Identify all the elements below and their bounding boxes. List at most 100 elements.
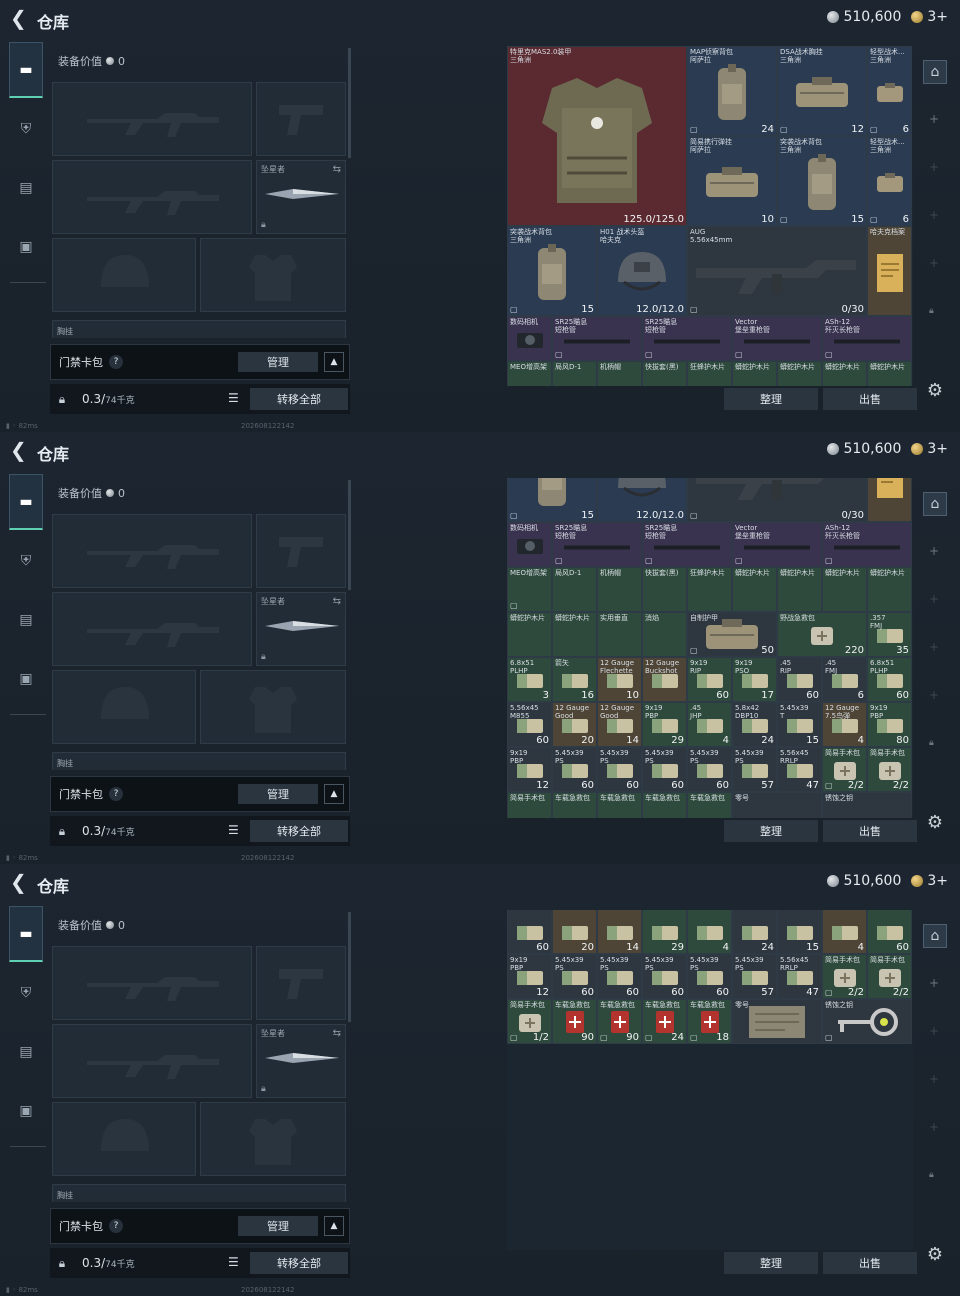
body-armor-slot[interactable] bbox=[200, 238, 346, 312]
inventory-item-b6[interactable]: 5.8x42 DBP10 24 bbox=[732, 702, 777, 747]
help-icon[interactable]: ? bbox=[109, 1219, 123, 1233]
inventory-item-r4a[interactable]: MEO增高架 bbox=[507, 361, 552, 386]
nav-briefcase[interactable]: ▣ bbox=[9, 651, 43, 707]
melee-slot[interactable]: 坠星者 ⇆ 🔒︎ bbox=[256, 592, 346, 666]
chevron-up-icon[interactable]: ▲ bbox=[324, 1216, 344, 1236]
inventory-item-s2r5a[interactable]: 蟒蛇护木片 bbox=[507, 612, 552, 657]
inventory-item-u9[interactable]: 简易手术包 2/2 bbox=[867, 954, 912, 999]
inventory-item-c8[interactable]: 简易手术包 ▢ 2/2 bbox=[822, 747, 867, 792]
scrollbar[interactable] bbox=[348, 480, 351, 590]
gear-icon[interactable]: ⚙ bbox=[923, 810, 947, 834]
transfer-all-button[interactable]: 转移全部 bbox=[250, 388, 348, 410]
inventory-item-ash12[interactable]: ASh-12 歼灭长枪管 ▢ bbox=[822, 316, 912, 361]
inventory-item-d1[interactable]: 简易手术包 bbox=[507, 792, 552, 818]
nav-briefcase[interactable]: ▣ bbox=[9, 1083, 43, 1139]
inventory-item-c3[interactable]: 5.45x39 PS 60 bbox=[597, 747, 642, 792]
inventory-item-s2r4d[interactable]: 快拔套(黑) bbox=[642, 567, 687, 612]
inventory-item-b2[interactable]: 12 Gauge Good 20 bbox=[552, 702, 597, 747]
melee-slot[interactable]: 坠星者 ⇆ 🔒︎ bbox=[256, 1024, 346, 1098]
inventory-item-b7[interactable]: 5.45x39 T 15 bbox=[777, 702, 822, 747]
inventory-item-u4[interactable]: 5.45x39 PS 60 bbox=[642, 954, 687, 999]
nav-weapons[interactable]: ▬ bbox=[9, 474, 43, 530]
inventory-item-v1[interactable]: 简易手术包 ▢ 1/2 bbox=[507, 999, 552, 1044]
inventory-item-u7[interactable]: 5.56x45 RRLP 47 bbox=[777, 954, 822, 999]
chest-rig-slot[interactable]: 胸挂 bbox=[52, 1184, 346, 1202]
inventory-item-b4[interactable]: 9x19 PBP 29 bbox=[642, 702, 687, 747]
inventory-item-a4[interactable]: 12 Gauge Buckshot bbox=[642, 657, 687, 702]
body-armor-slot[interactable] bbox=[200, 670, 346, 744]
inventory-item-b1[interactable]: 5.56x45 M855 60 bbox=[507, 702, 552, 747]
nav-armor[interactable]: ⛨ bbox=[9, 533, 43, 589]
inventory-item-armor[interactable]: 特里克MAS2.0装甲 三角洲 125.0/125.0 bbox=[507, 46, 687, 226]
inventory-item-s2r4g[interactable]: 蟒蛇护木片 bbox=[777, 567, 822, 612]
inventory-item-a8[interactable]: .45 FMJ 6 bbox=[822, 657, 867, 702]
inventory-item-c2[interactable]: 5.45x39 PS 60 bbox=[552, 747, 597, 792]
inventory-item-c6[interactable]: 5.45x39 PS 57 bbox=[732, 747, 777, 792]
inventory-item-sr25-2[interactable]: SR25瞄息 短枪管 ▢ bbox=[642, 316, 732, 361]
inventory-item-a5[interactable]: 9x19 RIP 60 bbox=[687, 657, 732, 702]
chevron-up-icon[interactable]: ▲ bbox=[324, 352, 344, 372]
inventory-item-sr25-1b[interactable]: SR25瞄息 短枪管 ▢ bbox=[552, 522, 642, 567]
inventory-item-v6[interactable]: 零号 bbox=[732, 999, 822, 1044]
pistol-slot[interactable] bbox=[256, 514, 346, 588]
swap-icon[interactable]: ⇆ bbox=[333, 596, 341, 607]
inventory-item-ash12b[interactable]: ASh-12 歼灭长枪管 ▢ bbox=[822, 522, 912, 567]
nav-weapons[interactable]: ▬ bbox=[9, 42, 43, 98]
inventory-item-h01b[interactable]: 12.0/12.0 bbox=[597, 478, 687, 522]
sell-button[interactable]: 出售 bbox=[823, 388, 917, 410]
nav-weapons[interactable]: ▬ bbox=[9, 906, 43, 962]
inventory-item-t4[interactable]: 29 bbox=[642, 910, 687, 954]
inventory-item-d3[interactable]: 车载急救包 bbox=[597, 792, 642, 818]
gear-icon[interactable]: ⚙ bbox=[923, 378, 947, 402]
inventory-item-s2r5g[interactable]: .357 FMJ 35 bbox=[867, 612, 912, 657]
inventory-item-assault-pack2[interactable]: 突袭战术背包 三角洲 ▢ 15 bbox=[507, 226, 597, 316]
scrollbar[interactable] bbox=[348, 912, 351, 1022]
scrollbar[interactable] bbox=[348, 48, 351, 158]
inventory-item-dsa-vest[interactable]: DSA战术胸挂 三角洲 ▢ 12 bbox=[777, 46, 867, 136]
inventory-item-b5[interactable]: .45 JHP 4 bbox=[687, 702, 732, 747]
help-icon[interactable]: ? bbox=[109, 787, 123, 801]
inventory-item-u3[interactable]: 5.45x39 PS 60 bbox=[597, 954, 642, 999]
inventory-item-v5[interactable]: 车载急救包 ▢ 18 bbox=[687, 999, 732, 1044]
inventory-item-b9[interactable]: 9x19 PBP 80 bbox=[867, 702, 912, 747]
inventory-item-u8[interactable]: 简易手术包 ▢ 2/2 bbox=[822, 954, 867, 999]
helmet-slot[interactable] bbox=[52, 670, 196, 744]
stash-grid[interactable]: ▢ 15 12.0/12.0 ▢ 0/30 数码相机 SR25瞄息 短枪管 ▢ SR25瞄息 短… bbox=[507, 478, 913, 818]
melee-slot[interactable]: 坠星者 ⇆ 🔒︎ bbox=[256, 160, 346, 234]
stash-home-icon[interactable]: ⌂ bbox=[923, 60, 947, 84]
inventory-item-s2r4h[interactable]: 蟒蛇护木片 bbox=[822, 567, 867, 612]
inventory-item-s2r4b[interactable]: 局风D-1 bbox=[552, 567, 597, 612]
inventory-item-a9[interactable]: 6.8x51 PLHP 60 bbox=[867, 657, 912, 702]
inventory-item-c1[interactable]: 9x19 PBP 12 bbox=[507, 747, 552, 792]
add-tab-icon[interactable]: + bbox=[929, 976, 939, 990]
inventory-item-v4[interactable]: 车载急救包 ▢ 24 bbox=[642, 999, 687, 1044]
list-icon[interactable]: ☰ bbox=[228, 1255, 244, 1271]
pistol-slot[interactable] bbox=[256, 82, 346, 156]
inventory-item-augb[interactable]: ▢ 0/30 bbox=[687, 478, 867, 522]
inventory-item-t3[interactable]: 14 bbox=[597, 910, 642, 954]
primary-weapon-slot[interactable] bbox=[52, 946, 252, 1020]
keycard-bar[interactable]: 门禁卡包 ? 管理 ▲ bbox=[50, 344, 350, 380]
inventory-item-c7[interactable]: 5.56x45 RRLP 47 bbox=[777, 747, 822, 792]
lock-icon[interactable]: 🔒︎ bbox=[50, 1256, 74, 1271]
secondary-weapon-slot[interactable] bbox=[52, 592, 252, 666]
inventory-item-a2[interactable]: 箭矢 16 bbox=[552, 657, 597, 702]
lock-icon[interactable]: 🔒︎ bbox=[50, 824, 74, 839]
inventory-item-sr25-2b[interactable]: SR25瞄息 短枪管 ▢ bbox=[642, 522, 732, 567]
inventory-item-r4i[interactable]: 蟒蛇护木片 bbox=[867, 361, 912, 386]
coin-amount[interactable]: 3+ bbox=[927, 9, 948, 25]
list-icon[interactable]: ☰ bbox=[228, 823, 244, 839]
inventory-item-s2r5b[interactable]: 蟒蛇护木片 bbox=[552, 612, 597, 657]
inventory-item-s2r4e[interactable]: 狂蜂护木片 bbox=[687, 567, 732, 612]
nav-armor[interactable]: ⛨ bbox=[9, 101, 43, 157]
inventory-item-s2r4a[interactable]: MEO增高架 ▢ bbox=[507, 567, 552, 612]
inventory-item-d4[interactable]: 车载急救包 bbox=[642, 792, 687, 818]
inventory-item-haf-doc[interactable]: 哈夫克档案 bbox=[867, 226, 912, 316]
transfer-all-button[interactable]: 转移全部 bbox=[250, 820, 348, 842]
inventory-item-a6[interactable]: 9x19 PSO 17 bbox=[732, 657, 777, 702]
keycard-bar[interactable]: 门禁卡包 ? 管理 ▲ bbox=[50, 1208, 350, 1244]
inventory-item-vector[interactable]: Vector 堡垒重枪管 ▢ bbox=[732, 316, 822, 361]
helmet-slot[interactable] bbox=[52, 238, 196, 312]
inventory-item-assault-pack2b[interactable]: ▢ 15 bbox=[507, 478, 597, 522]
inventory-item-h01-helmet[interactable]: H01 战术头盔 哈夫克 12.0/12.0 bbox=[597, 226, 687, 316]
